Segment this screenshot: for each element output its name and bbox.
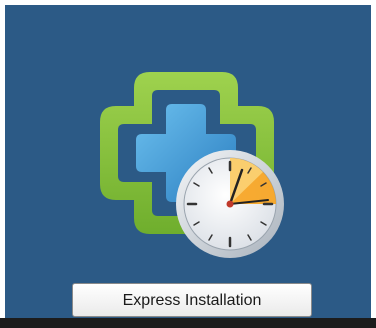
vmware-update-clock-icon: [100, 72, 284, 258]
express-installation-button[interactable]: Express Installation: [72, 283, 312, 317]
bottom-divider: [0, 318, 376, 328]
clock-icon: [176, 150, 284, 258]
